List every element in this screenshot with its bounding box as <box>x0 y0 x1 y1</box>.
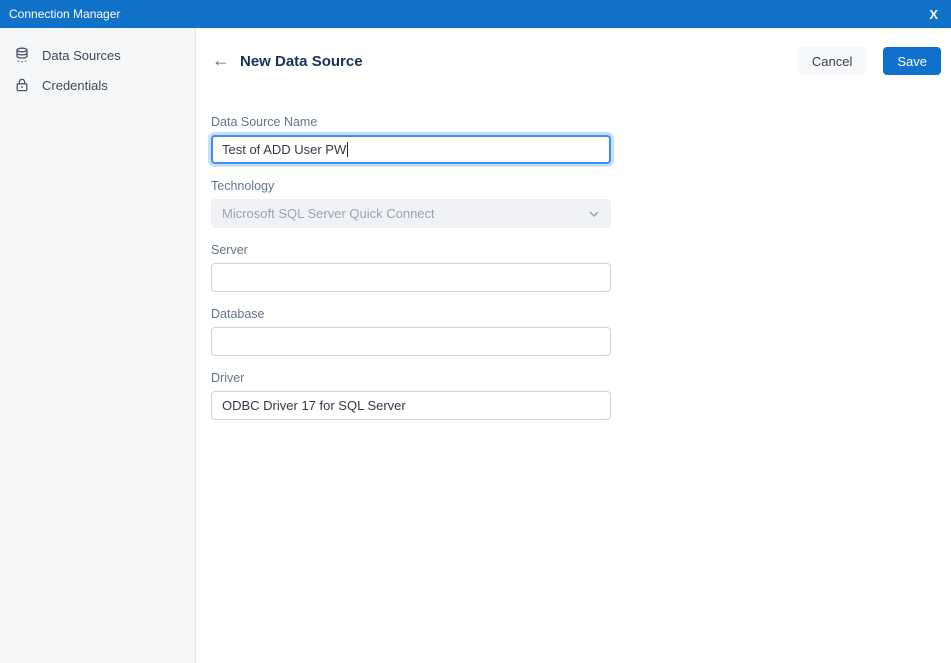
server-input[interactable] <box>211 263 611 292</box>
data-source-form: Data Source Name Test of ADD User PW Tec… <box>211 115 611 420</box>
database-input[interactable] <box>211 327 611 356</box>
sidebar-item-label: Credentials <box>42 78 108 93</box>
data-source-name-input[interactable]: Test of ADD User PW <box>211 135 611 164</box>
window-title: Connection Manager <box>9 7 120 21</box>
cancel-button[interactable]: Cancel <box>798 47 866 75</box>
driver-input[interactable]: ODBC Driver 17 for SQL Server <box>211 391 611 420</box>
server-label: Server <box>211 243 611 257</box>
sidebar-item-credentials[interactable]: Credentials <box>0 70 195 100</box>
sidebar-item-label: Data Sources <box>42 48 121 63</box>
field-group-technology: Technology Microsoft SQL Server Quick Co… <box>211 179 611 228</box>
chevron-down-icon <box>588 208 600 220</box>
lock-icon <box>14 77 30 93</box>
technology-label: Technology <box>211 179 611 193</box>
sidebar-item-data-sources[interactable]: Data Sources <box>0 40 195 70</box>
technology-select[interactable]: Microsoft SQL Server Quick Connect <box>211 199 611 228</box>
field-group-data-source-name: Data Source Name Test of ADD User PW <box>211 115 611 164</box>
sidebar: Data Sources Credentials <box>0 28 196 663</box>
driver-value: ODBC Driver 17 for SQL Server <box>222 398 406 413</box>
driver-label: Driver <box>211 371 611 385</box>
field-group-server: Server <box>211 243 611 292</box>
data-source-name-value: Test of ADD User PW <box>222 142 346 157</box>
main-panel: ← New Data Source Cancel Save Data Sourc… <box>196 28 951 663</box>
text-caret <box>347 142 348 157</box>
close-icon[interactable]: X <box>929 8 938 21</box>
page-title: New Data Source <box>240 53 363 70</box>
page-header: ← New Data Source Cancel Save <box>196 28 951 75</box>
field-group-database: Database <box>211 307 611 356</box>
titlebar: Connection Manager X <box>0 0 951 28</box>
database-label: Database <box>211 307 611 321</box>
save-button[interactable]: Save <box>883 47 941 75</box>
field-group-driver: Driver ODBC Driver 17 for SQL Server <box>211 371 611 420</box>
technology-value: Microsoft SQL Server Quick Connect <box>222 206 435 221</box>
database-icon <box>14 47 30 63</box>
back-arrow-icon[interactable]: ← <box>212 51 230 69</box>
data-source-name-label: Data Source Name <box>211 115 611 129</box>
